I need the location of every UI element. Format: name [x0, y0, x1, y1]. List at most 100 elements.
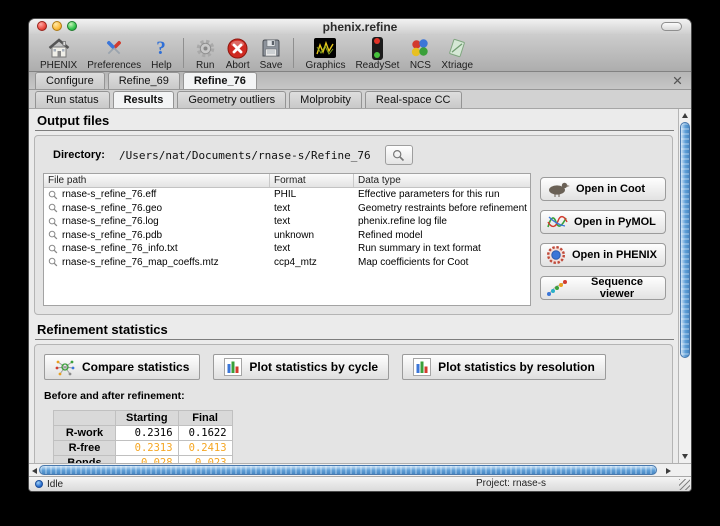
directory-label: Directory: [53, 149, 105, 161]
coot-bird-icon [546, 181, 570, 197]
toolbar-button-phenix[interactable]: PHENIX [35, 35, 82, 71]
window-controls [37, 21, 77, 31]
toolbar-label: ReadySet [355, 60, 399, 71]
stats-final-value: 0.023 [178, 456, 232, 464]
title-bar: phenix.refine [29, 19, 691, 34]
open-button-label: Open in PHENIX [572, 249, 657, 261]
magnifier-icon [48, 257, 58, 267]
toolbar-label: Xtriage [441, 60, 473, 71]
subtab-real-space-cc[interactable]: Real-space CC [365, 91, 462, 108]
output-files-table[interactable]: File path Format Data type rnase-s_refin… [43, 173, 531, 306]
subtab-results[interactable]: Results [113, 91, 175, 108]
open-in-phenix-button[interactable]: Open in PHENIX [540, 243, 666, 267]
files-row: File path Format Data type rnase-s_refin… [41, 173, 666, 306]
pymol-ribbon-icon [546, 213, 568, 231]
open-in-pymol-button[interactable]: Open in PyMOL [540, 210, 666, 234]
toolbar-button-xtriage[interactable]: Xtriage [436, 35, 478, 71]
close-tab-icon[interactable] [673, 76, 682, 85]
stats-starting-value: 0.2316 [116, 426, 179, 441]
window-resize-grip[interactable] [679, 479, 690, 490]
tab-configure[interactable]: Configure [35, 72, 105, 89]
toolbar-button-abort[interactable]: Abort [221, 35, 255, 71]
project-label: Project: rnase-s [476, 478, 546, 489]
stats-row-label: Bonds [54, 456, 116, 464]
file-format: ccp4_mtz [270, 257, 354, 268]
scroll-left-arrow-icon[interactable] [32, 468, 37, 474]
plot-statistics-by-resolution-button[interactable]: Plot statistics by resolution [402, 354, 606, 380]
results-tab-bar: Run status Results Geometry outliers Mol… [29, 90, 691, 109]
table-row[interactable]: rnase-s_refine_76_map_coeffs.mtz ccp4_mt… [44, 256, 530, 270]
horizontal-scroll-thumb[interactable] [39, 465, 657, 475]
column-header-format[interactable]: Format [270, 174, 354, 187]
scroll-up-arrow-icon[interactable] [682, 113, 688, 118]
scroll-right-arrow-icon[interactable] [666, 468, 671, 474]
table-row[interactable]: rnase-s_refine_76_info.txt text Run summ… [44, 242, 530, 256]
toolbar-button-readyset[interactable]: ReadySet [350, 35, 404, 71]
open-buttons-column: Open in Coot Open in PyMOL [540, 173, 666, 300]
table-row[interactable]: rnase-s_refine_76.pdb unknown Refined mo… [44, 229, 530, 243]
file-name: rnase-s_refine_76_map_coeffs.mtz [62, 257, 219, 268]
sequence-viewer-button[interactable]: Sequence viewer [540, 276, 666, 300]
table-row[interactable]: rnase-s_refine_76.log text phenix.refine… [44, 215, 530, 229]
gear-icon [195, 36, 216, 60]
results-scrollview: Output files Directory: /Users/nat/Docum… [29, 109, 678, 463]
toolbar-button-run[interactable]: Run [190, 35, 221, 71]
results-panel: Output files Directory: /Users/nat/Docum… [29, 109, 691, 463]
browse-directory-button[interactable] [385, 145, 413, 165]
vertical-scroll-thumb[interactable] [680, 122, 690, 358]
phenix-molecule-icon [546, 245, 566, 265]
file-format: text [270, 243, 354, 254]
minimize-window-button[interactable] [52, 21, 62, 31]
compare-statistics-button[interactable]: Compare statistics [44, 354, 200, 380]
scroll-down-arrow-icon[interactable] [682, 454, 688, 459]
subtab-geometry-outliers[interactable]: Geometry outliers [177, 91, 286, 108]
tab-refine-76[interactable]: Refine_76 [183, 72, 257, 89]
zoom-window-button[interactable] [67, 21, 77, 31]
file-format: PHIL [270, 189, 354, 200]
column-header-data-type[interactable]: Data type [354, 174, 531, 187]
ncs-cluster-icon [409, 36, 431, 60]
stats-header-row: Starting Final [54, 411, 233, 426]
table-row[interactable]: rnase-s_refine_76.geo text Geometry rest… [44, 202, 530, 216]
column-header-file-path[interactable]: File path [44, 174, 270, 187]
stats-col-final: Final [178, 411, 232, 426]
stats-col-starting: Starting [116, 411, 179, 426]
tools-icon [103, 36, 125, 60]
toolbar-label: Run [196, 60, 214, 71]
compare-network-icon [55, 358, 75, 376]
toolbar-button-preferences[interactable]: Preferences [82, 35, 146, 71]
toolbar-separator [293, 38, 294, 68]
stats-row-bonds: Bonds 0.028 0.023 [54, 456, 233, 464]
close-window-button[interactable] [37, 21, 47, 31]
stats-final-value: 0.1622 [178, 426, 232, 441]
subtab-molprobity[interactable]: Molprobity [289, 91, 362, 108]
horizontal-scrollbar[interactable] [29, 463, 691, 476]
file-data-type: Effective parameters for this run [354, 189, 531, 200]
magnifier-icon [48, 230, 58, 240]
subtab-run-status[interactable]: Run status [35, 91, 110, 108]
open-in-coot-button[interactable]: Open in Coot [540, 177, 666, 201]
table-row[interactable]: rnase-s_refine_76.eff PHIL Effective par… [44, 188, 530, 202]
directory-path: /Users/nat/Documents/rnase-s/Refine_76 [119, 149, 371, 162]
magnifier-icon [392, 149, 405, 162]
toolbar-button-save[interactable]: Save [255, 35, 288, 71]
toolbar-button-graphics[interactable]: Graphics [300, 35, 350, 71]
tab-refine-69[interactable]: Refine_69 [108, 72, 180, 89]
refinement-statistics-heading: Refinement statistics [35, 322, 674, 340]
toolbar-button-help[interactable]: ? Help [146, 35, 177, 71]
file-data-type: Geometry restraints before refinement [354, 203, 531, 214]
file-name: rnase-s_refine_76.eff [62, 189, 156, 200]
vertical-scrollbar[interactable] [678, 109, 691, 463]
phenix-refine-window: phenix.refine PHENIX Preferences ? Help [28, 18, 692, 492]
stats-row-r-work: R-work 0.2316 0.1622 [54, 426, 233, 441]
toolbar-separator [183, 38, 184, 68]
xtriage-crystal-icon [447, 36, 467, 60]
status-bar: Idle Project: rnase-s [29, 476, 691, 491]
bar-chart-icon [224, 358, 242, 376]
stats-starting-value: 0.028 [116, 456, 179, 464]
plot-statistics-by-cycle-button[interactable]: Plot statistics by cycle [213, 354, 389, 380]
status-text: Idle [47, 479, 63, 490]
toolbar-button-ncs[interactable]: NCS [404, 35, 436, 71]
toolbar-toggle-pill-button[interactable] [661, 22, 682, 31]
main-toolbar: PHENIX Preferences ? Help Run Abort [29, 34, 691, 72]
